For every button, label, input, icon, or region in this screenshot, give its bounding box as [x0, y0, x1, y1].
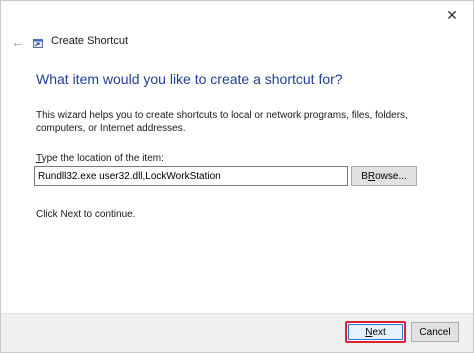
page-heading: What item would you like to create a sho…: [36, 71, 343, 87]
cancel-button[interactable]: Cancel: [411, 322, 459, 342]
next-label-rest: ext: [372, 326, 386, 338]
cancel-label: Cancel: [419, 326, 451, 338]
close-button[interactable]: ✕: [437, 4, 467, 26]
continue-instruction: Click Next to continue.: [36, 209, 136, 220]
browse-label-mnemonic: R: [367, 170, 376, 182]
browse-label-rest: owse...: [375, 170, 407, 182]
location-input[interactable]: [34, 166, 348, 186]
next-label-mnemonic: N: [365, 326, 373, 338]
create-shortcut-dialog: ✕ ← Create Shortcut What item would you …: [0, 0, 474, 353]
location-label: Type the location of the item:: [36, 153, 164, 164]
browse-button[interactable]: B Rowse...: [351, 166, 417, 186]
back-button[interactable]: ←: [11, 34, 25, 50]
intro-text: This wizard helps you to create shortcut…: [36, 110, 408, 134]
next-button[interactable]: Next: [345, 321, 406, 343]
location-label-text: ype the location of the item:: [41, 153, 164, 164]
next-button-face: Next: [348, 324, 403, 340]
shortcut-icon: [33, 39, 43, 48]
browse-label-prefix: B: [361, 170, 368, 182]
back-arrow-icon: ←: [11, 34, 25, 50]
close-icon: ✕: [446, 6, 458, 23]
dialog-title: Create Shortcut: [51, 35, 129, 47]
